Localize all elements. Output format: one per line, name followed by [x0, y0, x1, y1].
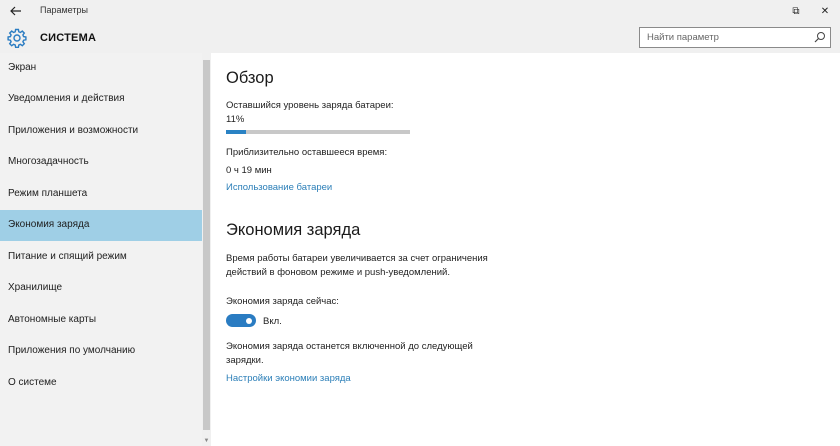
battery-saver-heading: Экономия заряда	[226, 221, 361, 239]
sidebar-item-label: Приложения и возможности	[8, 125, 139, 136]
saver-description-line1: Время работы батареи увеличивается за сч…	[226, 253, 488, 264]
sidebar-item-label: Многозадачность	[8, 156, 89, 167]
back-arrow-icon	[10, 6, 21, 16]
saver-now-label: Экономия заряда сейчас:	[226, 296, 339, 307]
sidebar-item-notifications[interactable]: Уведомления и действия	[0, 84, 202, 115]
restore-button[interactable]: ⧉	[784, 0, 808, 22]
battery-saver-settings-link[interactable]: Настройки экономии заряда	[226, 373, 351, 384]
sidebar-item-about[interactable]: О системе	[0, 368, 202, 399]
section-title: СИСТЕМА	[40, 32, 97, 44]
scroll-down-arrow-icon[interactable]: ▼	[202, 436, 211, 446]
sidebar-item-default-apps[interactable]: Приложения по умолчанию	[0, 336, 202, 367]
battery-progress-fill	[226, 130, 247, 134]
sidebar-item-label: Автономные карты	[8, 314, 97, 325]
header: СИСТЕМА	[0, 22, 840, 53]
main-content: Обзор Оставшийся уровень заряда батареи:…	[211, 53, 840, 446]
sidebar-item-power-sleep[interactable]: Питание и спящий режим	[0, 242, 202, 273]
close-button[interactable]: ✕	[810, 0, 840, 22]
saver-note-line1: Экономия заряда останется включенной до …	[226, 341, 473, 352]
sidebar-item-label: О системе	[8, 377, 57, 388]
gear-icon	[7, 28, 27, 48]
battery-progress-bar	[226, 130, 410, 134]
battery-usage-link[interactable]: Использование батареи	[226, 182, 332, 193]
saver-note-line2: зарядки.	[226, 355, 264, 366]
sidebar-item-label: Питание и спящий режим	[8, 251, 127, 262]
sidebar-item-storage[interactable]: Хранилище	[0, 273, 202, 304]
battery-level-value: 11%	[226, 114, 245, 125]
back-button[interactable]	[0, 0, 32, 22]
sidebar-item-label: Экран	[8, 62, 37, 73]
sidebar-item-label: Приложения по умолчанию	[8, 345, 136, 356]
search-input[interactable]	[640, 28, 810, 47]
title-bar: Параметры ⧉ ✕	[0, 0, 840, 22]
sidebar-item-multitasking[interactable]: Многозадачность	[0, 147, 202, 178]
search-box[interactable]	[639, 27, 831, 48]
sidebar-item-tablet-mode[interactable]: Режим планшета	[0, 179, 202, 210]
saver-description-line2: действий в фоновом режиме и push-уведомл…	[226, 267, 450, 278]
sidebar-item-label: Режим планшета	[8, 188, 88, 199]
search-icon[interactable]	[814, 31, 826, 43]
sidebar-item-label: Уведомления и действия	[8, 93, 125, 104]
window-title: Параметры	[40, 5, 88, 15]
time-remaining-label: Приблизительно оставшееся время:	[226, 147, 388, 158]
sidebar-item-label: Хранилище	[8, 282, 62, 293]
time-remaining-value: 0 ч 19 мин	[226, 165, 272, 176]
sidebar-item-label: Экономия заряда	[8, 219, 90, 230]
sidebar-item-apps-features[interactable]: Приложения и возможности	[0, 116, 202, 147]
battery-saver-toggle[interactable]	[226, 314, 256, 327]
toggle-state-label: Вкл.	[263, 316, 282, 327]
sidebar-item-offline-maps[interactable]: Автономные карты	[0, 305, 202, 336]
sidebar-scroll-thumb[interactable]	[203, 60, 210, 430]
sidebar-item-display[interactable]: Экран	[0, 53, 202, 84]
sidebar-nav: Экран Уведомления и действия Приложения …	[0, 53, 202, 446]
toggle-knob	[246, 317, 252, 324]
sidebar-item-battery-saver[interactable]: Экономия заряда	[0, 210, 202, 241]
battery-level-label: Оставшийся уровень заряда батареи:	[226, 100, 394, 111]
overview-heading: Обзор	[226, 69, 274, 87]
